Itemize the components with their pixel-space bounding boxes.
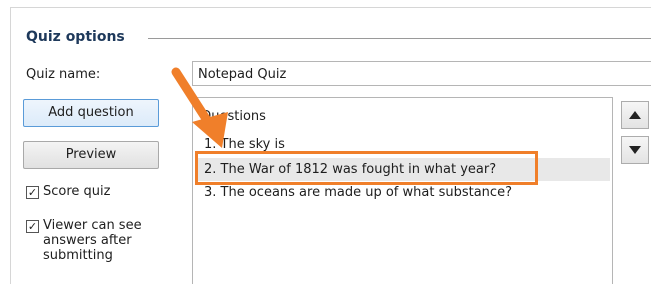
move-up-button[interactable] [621, 101, 649, 129]
checkbox-check-icon[interactable]: ✓ [26, 220, 39, 233]
add-question-button[interactable]: Add question [23, 99, 159, 127]
viewer-answers-label: Viewer can see answers after submitting [43, 218, 142, 263]
triangle-down-icon [629, 146, 641, 154]
group-divider [148, 38, 651, 39]
score-quiz-checkbox[interactable]: ✓ Score quiz [26, 184, 110, 199]
questions-listbox[interactable]: Questions 1. The sky is 2. The War of 18… [192, 97, 613, 284]
triangle-up-icon [629, 111, 641, 119]
highlight-box [195, 151, 538, 185]
quiz-name-label: Quiz name: [26, 67, 101, 82]
preview-button[interactable]: Preview [23, 141, 159, 169]
move-down-button[interactable] [621, 136, 649, 164]
viewer-can-see-answers-checkbox[interactable]: ✓ Viewer can see answers after submittin… [26, 218, 142, 263]
quiz-name-input[interactable]: Notepad Quiz [192, 61, 651, 86]
score-quiz-label: Score quiz [43, 184, 111, 199]
group-title: Quiz options [26, 29, 125, 45]
list-item[interactable]: 3. The oceans are made up of what substa… [204, 185, 512, 200]
orange-arrow-icon [171, 67, 228, 148]
checkbox-check-icon[interactable]: ✓ [26, 186, 39, 199]
